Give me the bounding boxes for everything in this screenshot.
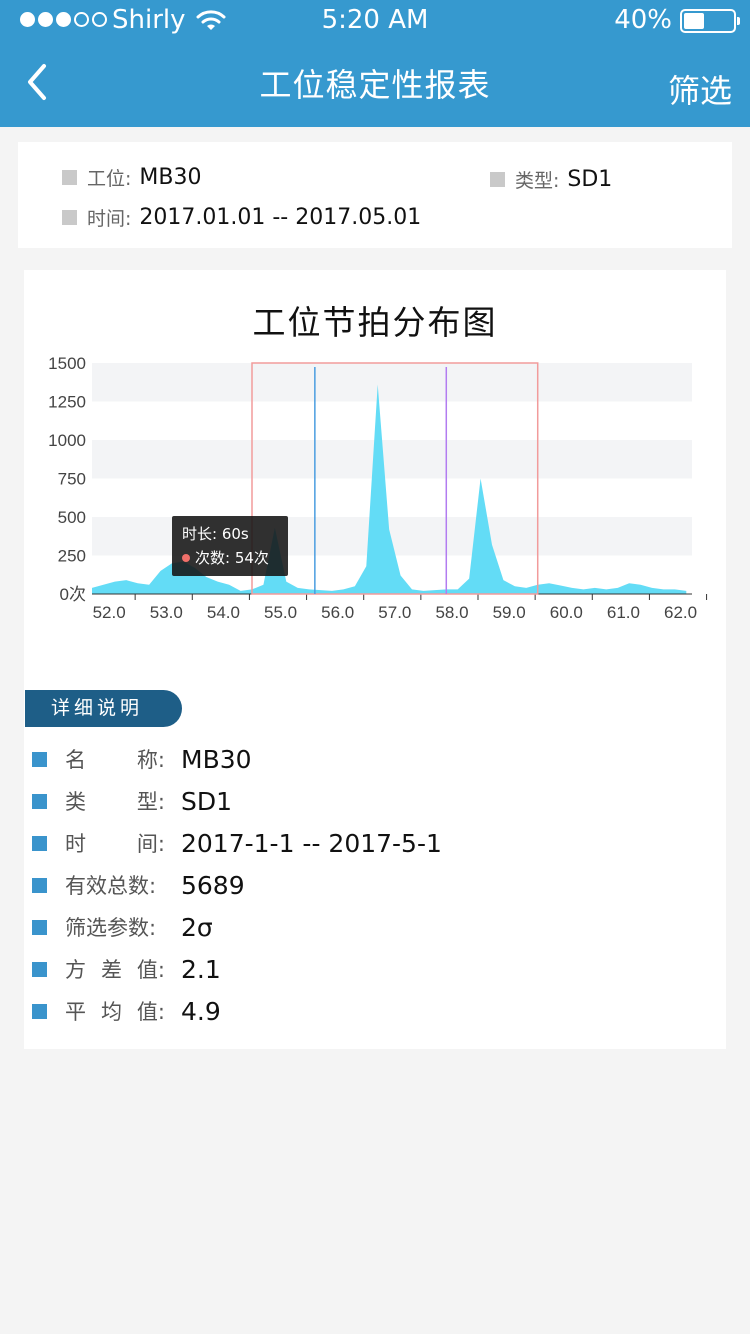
y-tick-label: 1000 xyxy=(48,431,86,450)
detail-row: 有效总数: 5689 xyxy=(32,865,245,905)
type-label: 类型: xyxy=(515,170,560,192)
type-value: SD1 xyxy=(567,167,613,192)
detail-value: 5689 xyxy=(181,870,245,900)
detail-row: 名称: MB30 xyxy=(32,739,252,779)
detail-label: 筛选参数: xyxy=(65,916,157,940)
x-tick-label: 56.0 xyxy=(321,603,354,622)
y-tick-label: 1250 xyxy=(48,393,86,412)
chart-card: 工位节拍分布图 1500 1250 1000 750 500 250 0次 52.0 53.0 5… xyxy=(24,270,726,1049)
chart-tooltip: 时长: 60s 次数: 54次 xyxy=(172,516,288,576)
detail-value: MB30 xyxy=(181,744,252,774)
detail-row: 方差值: 2.1 xyxy=(32,949,221,989)
series-dot-icon xyxy=(182,554,190,562)
station-row: 工位: MB30 xyxy=(62,164,201,191)
tooltip-count: 次数: 54次 xyxy=(195,549,269,567)
detail-row: 筛选参数: 2σ xyxy=(32,907,213,947)
y-tick-label: 250 xyxy=(58,547,86,566)
x-tick-label: 60.0 xyxy=(550,603,583,622)
bullet-square-icon xyxy=(32,793,47,809)
grid-band xyxy=(92,363,692,402)
detail-label: 有效总数: xyxy=(65,874,157,898)
x-tick-label: 61.0 xyxy=(607,603,640,622)
bullet-square-icon xyxy=(32,877,47,893)
bullet-square-icon xyxy=(490,172,505,187)
bullet-square-icon xyxy=(32,1003,47,1019)
detail-value: 4.9 xyxy=(181,996,221,1026)
bullet-square-icon xyxy=(62,210,77,225)
detail-value: SD1 xyxy=(181,786,233,816)
detail-value: 2σ xyxy=(181,912,213,942)
battery-icon xyxy=(680,9,740,33)
x-tick-label: 52.0 xyxy=(93,603,126,622)
bullet-square-icon xyxy=(32,835,47,851)
x-tick-label: 54.0 xyxy=(207,603,240,622)
station-value: MB30 xyxy=(139,165,202,190)
detail-label: 时间: xyxy=(65,832,165,856)
bullet-square-icon xyxy=(62,170,77,185)
detail-label: 名称: xyxy=(65,748,165,772)
filter-button[interactable]: 筛选 xyxy=(668,66,732,112)
tooltip-count-row: 次数: 54次 xyxy=(182,546,278,570)
x-tick-label: 59.0 xyxy=(493,603,526,622)
detail-value: 2.1 xyxy=(181,954,221,984)
tooltip-duration: 时长: 60s xyxy=(182,525,249,543)
y-tick-label: 0次 xyxy=(60,585,86,604)
detail-tab[interactable]: 详细说明 xyxy=(25,690,182,727)
x-tick-label: 57.0 xyxy=(378,603,411,622)
x-tick-label: 55.0 xyxy=(264,603,297,622)
detail-label: 平均值: xyxy=(65,1000,165,1024)
detail-value: 2017-1-1 -- 2017-5-1 xyxy=(181,828,442,858)
bullet-square-icon xyxy=(32,751,47,767)
grid-band xyxy=(92,440,692,479)
app-header: Shirly 5:20 AM 40% 工位稳定性报表 筛选 xyxy=(0,0,750,127)
x-tick-label: 53.0 xyxy=(150,603,183,622)
page-title: 工位稳定性报表 xyxy=(259,66,491,104)
detail-label: 方差值: xyxy=(65,958,165,982)
distribution-chart[interactable]: 1500 1250 1000 750 500 250 0次 52.0 53.0 54.0 55.0 5… xyxy=(24,330,726,650)
bullet-square-icon xyxy=(32,961,47,977)
time-row: 时间: 2017.01.01 -- 2017.05.01 xyxy=(62,204,421,231)
bullet-square-icon xyxy=(32,919,47,935)
report-info-card: 工位: MB30 类型: SD1 时间: 2017.01.01 -- 2017.… xyxy=(18,142,732,248)
x-tick-label: 62.0 xyxy=(664,603,697,622)
detail-row: 类型: SD1 xyxy=(32,781,232,821)
time-label: 时间: xyxy=(87,208,132,230)
x-tick-label: 58.0 xyxy=(435,603,468,622)
status-bar: Shirly 5:20 AM 40% xyxy=(0,0,750,40)
detail-row: 时间: 2017-1-1 -- 2017-5-1 xyxy=(32,823,442,863)
y-tick-label: 750 xyxy=(58,470,86,489)
battery-percentage: 40% xyxy=(614,5,672,35)
detail-row: 平均值: 4.9 xyxy=(32,991,221,1031)
time-value: 2017.01.01 -- 2017.05.01 xyxy=(139,205,422,230)
station-label: 工位: xyxy=(87,168,132,190)
type-row: 类型: SD1 xyxy=(490,166,612,193)
y-tick-label: 1500 xyxy=(48,354,86,373)
detail-label: 类型: xyxy=(65,790,165,814)
y-tick-label: 500 xyxy=(58,508,86,527)
